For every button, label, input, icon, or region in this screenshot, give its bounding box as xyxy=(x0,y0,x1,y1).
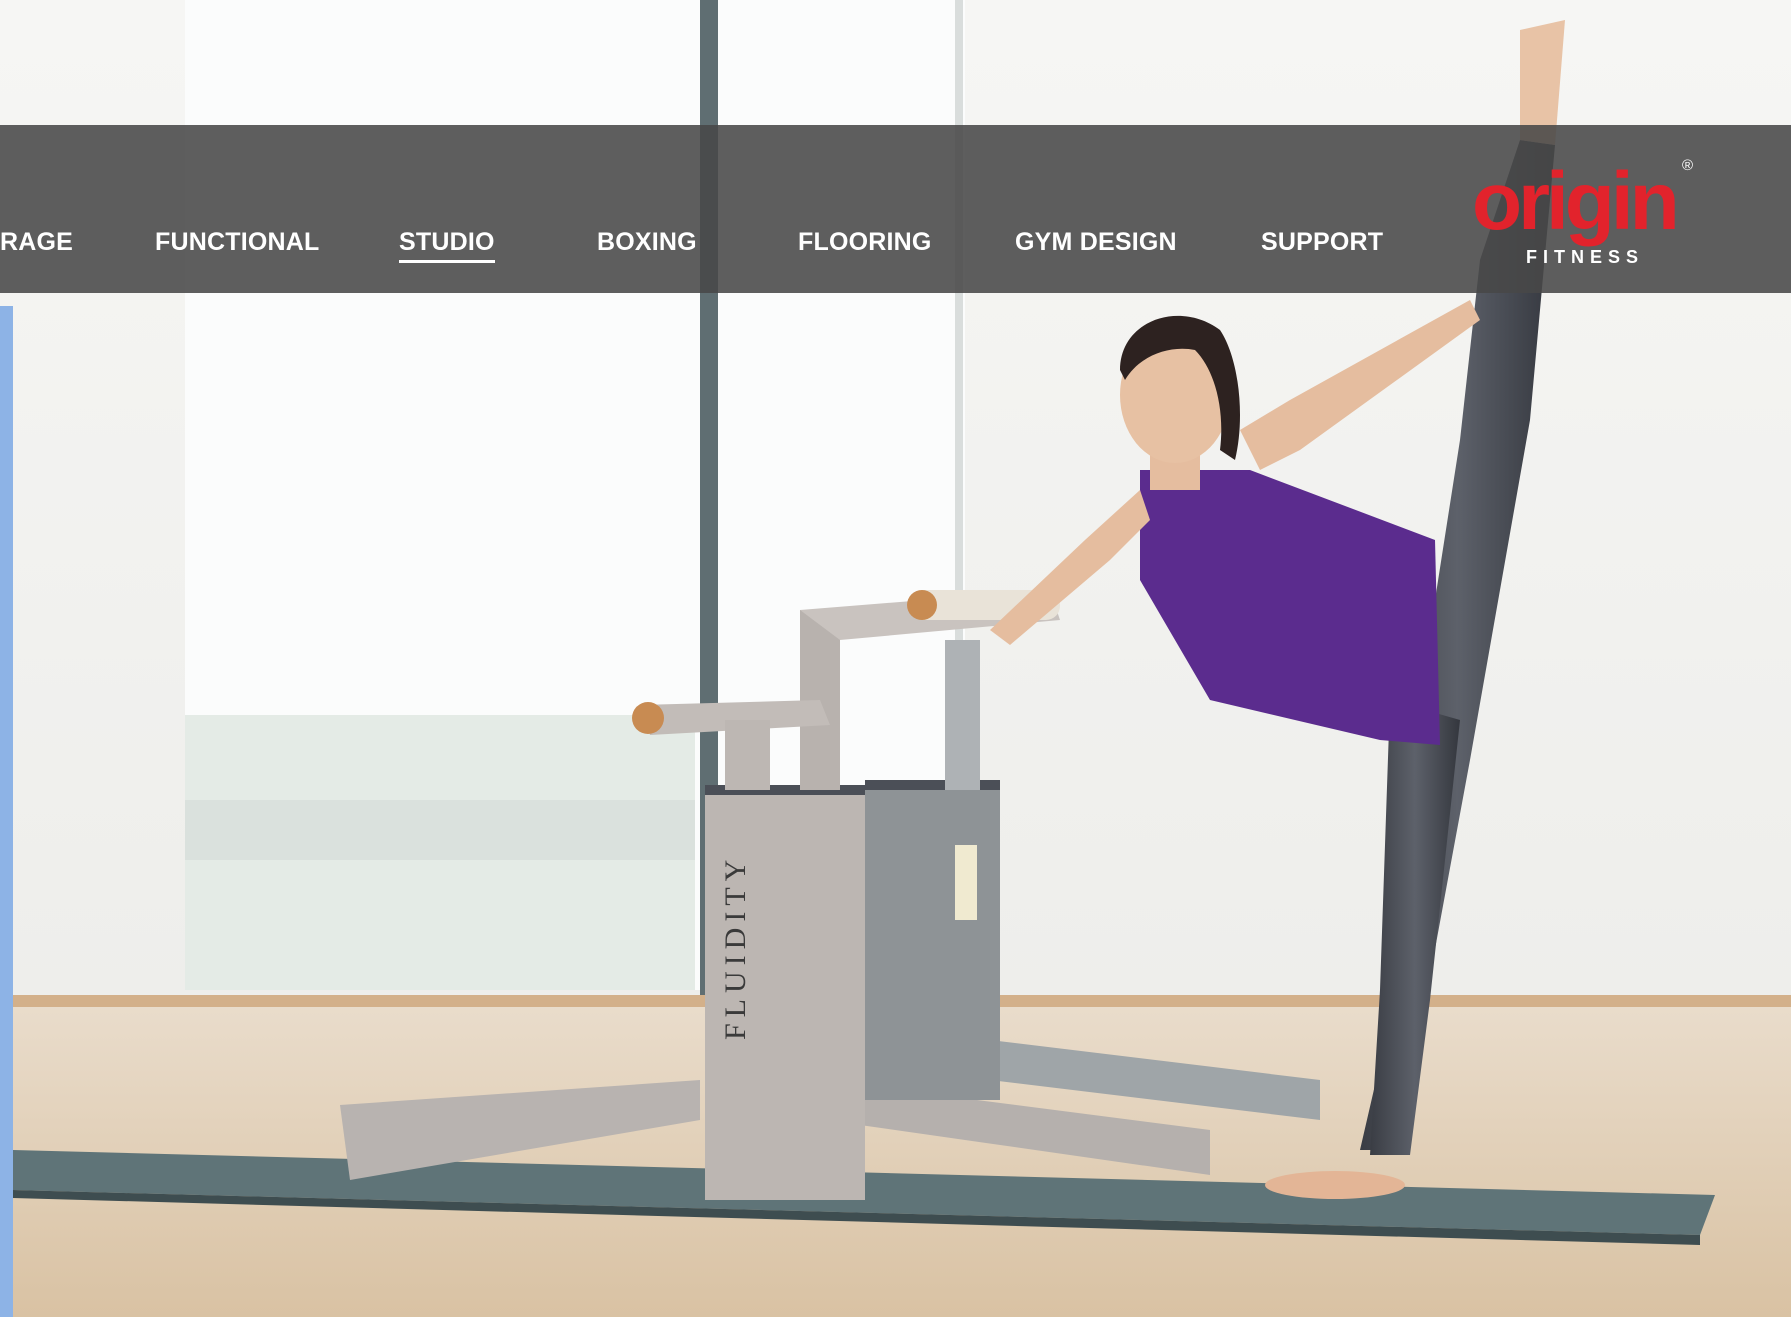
nav-item-flooring[interactable]: FLOORING xyxy=(798,228,932,257)
nav-item-functional[interactable]: FUNCTIONAL xyxy=(155,228,319,257)
logo-wordmark: origin xyxy=(1472,156,1680,247)
nav-item-studio[interactable]: STUDIO xyxy=(399,228,495,263)
fluidity-brand-text: FLUIDITY xyxy=(719,854,752,1040)
main-navigation: RAGE FUNCTIONAL STUDIO BOXING FLOORING G… xyxy=(0,125,1791,293)
nav-item-rage[interactable]: RAGE xyxy=(0,228,73,257)
nav-item-support[interactable]: SUPPORT xyxy=(1261,228,1383,257)
registered-mark: ® xyxy=(1682,157,1694,174)
logo-subtitle: FITNESS xyxy=(1526,247,1645,267)
left-accent-bar xyxy=(0,306,13,1317)
nav-item-boxing[interactable]: BOXING xyxy=(597,228,697,257)
nav-item-gym-design[interactable]: GYM DESIGN xyxy=(1015,228,1177,257)
origin-fitness-logo[interactable]: origin ® FITNESS xyxy=(1472,156,1702,273)
